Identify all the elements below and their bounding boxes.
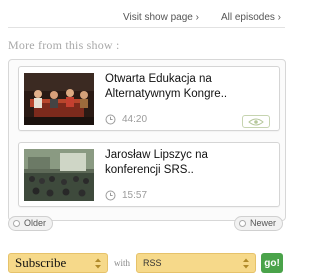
episode-card[interactable]: Jarosław Lipszyc na konferencji SRS.. 15… — [18, 142, 280, 207]
episodes-panel: Otwarta Edukacja na Alternatywnym Kongre… — [8, 59, 286, 221]
episode-thumbnail[interactable] — [24, 149, 94, 201]
top-links: Visit show page › All episodes › — [123, 12, 281, 23]
clock-icon — [105, 114, 116, 125]
duration-text: 44:20 — [122, 114, 148, 125]
duration-text: 15:57 — [122, 190, 148, 201]
divider — [8, 27, 285, 28]
format-label: RSS — [143, 258, 162, 268]
episode-title[interactable]: Otwarta Edukacja na Alternatywnym Kongre… — [105, 72, 265, 102]
episode-duration: 15:57 — [105, 190, 147, 201]
older-dot-icon — [13, 220, 20, 227]
section-title: More from this show : — [8, 38, 120, 52]
newer-button[interactable]: Newer — [233, 216, 283, 231]
select-arrows-icon — [94, 257, 102, 270]
format-select[interactable]: RSS — [136, 253, 257, 273]
subscribe-select[interactable]: Subscribe — [8, 253, 108, 273]
older-button[interactable]: Older — [8, 216, 54, 231]
episode-title[interactable]: Jarosław Lipszyc na konferencji SRS.. — [105, 148, 265, 178]
all-episodes-link[interactable]: All episodes › — [221, 12, 281, 23]
visit-show-link[interactable]: Visit show page › — [123, 12, 199, 23]
select-arrows-icon — [242, 257, 250, 270]
newer-dot-icon — [238, 220, 246, 227]
subscribe-label: Subscribe — [15, 255, 67, 270]
go-button[interactable]: go! — [261, 253, 284, 273]
episode-card[interactable]: Otwarta Edukacja na Alternatywnym Kongre… — [18, 66, 280, 131]
eye-icon — [248, 113, 264, 131]
clock-icon — [105, 190, 116, 201]
subscribe-bar: Subscribe with RSS go! — [8, 253, 284, 273]
episode-duration: 44:20 — [105, 114, 147, 125]
watch-button[interactable] — [242, 115, 270, 128]
with-label: with — [114, 258, 131, 268]
newer-label: Newer — [249, 218, 276, 228]
older-label: Older — [24, 218, 47, 228]
episode-thumbnail[interactable] — [24, 73, 94, 125]
